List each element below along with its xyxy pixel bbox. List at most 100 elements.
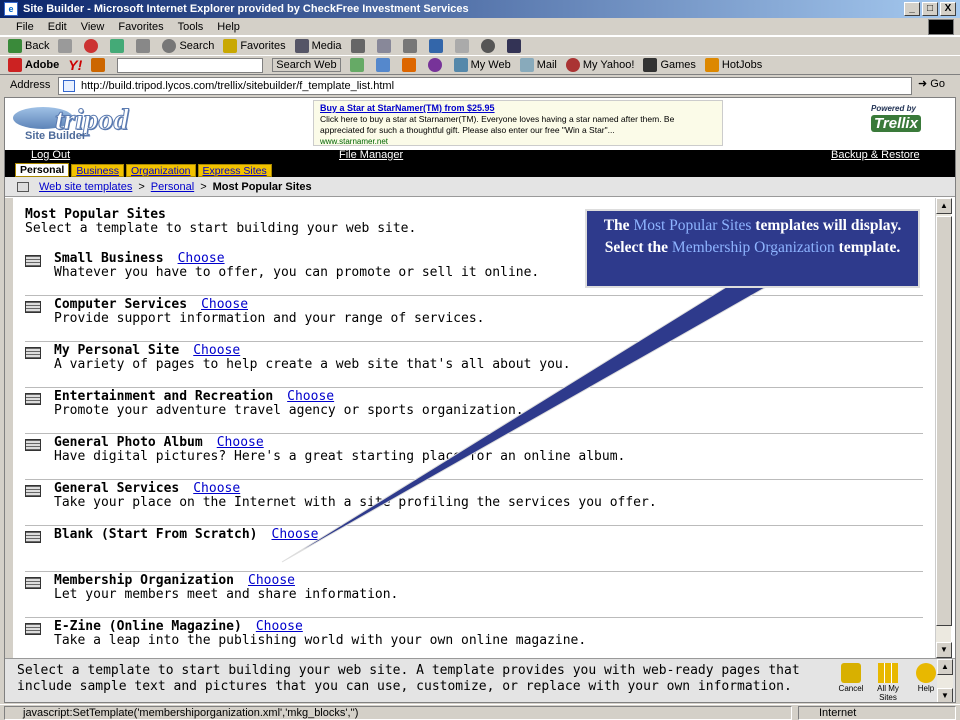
- go-button[interactable]: ➜ Go: [918, 77, 945, 90]
- tool-3-button[interactable]: [401, 58, 419, 72]
- menu-favorites[interactable]: Favorites: [118, 21, 163, 33]
- template-name: My Personal Site Choose: [54, 343, 241, 358]
- tab-express-sites[interactable]: Express Sites: [197, 164, 272, 177]
- trellix-label: Trellix: [871, 115, 921, 132]
- messenger-icon: [480, 39, 495, 53]
- file-manager-link[interactable]: File Manager: [339, 149, 403, 161]
- maximize-button[interactable]: □: [922, 2, 938, 16]
- tool-1-button[interactable]: [349, 58, 367, 72]
- discuss-icon: [454, 39, 469, 53]
- adobe-button[interactable]: Adobe: [8, 58, 59, 72]
- stop-button[interactable]: [84, 39, 101, 53]
- ad-url: www.starnamer.net: [320, 137, 389, 146]
- scroll-up-arrow-icon[interactable]: ▲: [936, 198, 952, 214]
- discuss-button[interactable]: [454, 39, 472, 53]
- footer-text: Select a template to start building your…: [17, 663, 800, 694]
- back-button[interactable]: Back: [8, 39, 49, 53]
- mail-icon: [376, 39, 391, 53]
- backup-restore-link[interactable]: Backup & Restore: [831, 149, 920, 161]
- yahoo-search-input[interactable]: [117, 57, 264, 73]
- tool-2-button[interactable]: [375, 58, 393, 72]
- standard-toolbar: Back Search Favorites Media: [0, 36, 960, 56]
- footer-scroll-down-icon[interactable]: ▼: [937, 688, 953, 702]
- choose-link[interactable]: Choose: [178, 251, 225, 266]
- vertical-scrollbar[interactable]: ▲ ▼: [935, 198, 952, 658]
- ad-title[interactable]: Buy a Star at StarNamer(TM) from $25.95: [320, 103, 716, 114]
- template-icon: [25, 347, 41, 359]
- tab-business[interactable]: Business: [71, 164, 124, 177]
- address-bar[interactable]: http://build.tripod.lycos.com/trellix/si…: [58, 77, 912, 95]
- breadcrumb-separator: >: [200, 180, 207, 193]
- callout-text: The: [603, 217, 630, 234]
- close-button[interactable]: X: [940, 2, 956, 16]
- scroll-down-arrow-icon[interactable]: ▼: [936, 642, 952, 658]
- tab-personal[interactable]: Personal: [15, 163, 70, 177]
- windows-logo-icon: [928, 19, 954, 35]
- window-title: Site Builder - Microsoft Internet Explor…: [23, 3, 469, 15]
- breadcrumb-separator: >: [138, 180, 145, 193]
- choose-link[interactable]: Choose: [256, 619, 303, 634]
- logout-link[interactable]: Log Out: [31, 149, 70, 161]
- choose-link[interactable]: Choose: [193, 343, 240, 358]
- history-button[interactable]: [350, 39, 368, 53]
- choose-link[interactable]: Choose: [272, 527, 319, 542]
- choose-link[interactable]: Choose: [201, 297, 248, 312]
- forward-button[interactable]: [58, 39, 75, 53]
- search-button[interactable]: Search: [162, 39, 214, 53]
- forward-arrow-icon: [58, 39, 73, 53]
- choose-link[interactable]: Choose: [287, 389, 334, 404]
- cancel-button[interactable]: Cancel: [834, 663, 868, 693]
- my-web-button[interactable]: My Web: [453, 58, 511, 72]
- search-web-button[interactable]: Search Web: [272, 58, 341, 72]
- research-button[interactable]: [506, 39, 524, 53]
- mail-link-button[interactable]: Mail: [519, 58, 557, 72]
- menu-view[interactable]: View: [81, 21, 105, 33]
- menu-file[interactable]: File: [16, 21, 34, 33]
- word-icon: [428, 39, 443, 53]
- title-bar: e Site Builder - Microsoft Internet Expl…: [0, 0, 960, 18]
- tool-4-button[interactable]: [427, 58, 445, 72]
- mail-button[interactable]: [376, 39, 394, 53]
- home-button[interactable]: [136, 39, 153, 53]
- footer-scroll-up-icon[interactable]: ▲: [937, 659, 953, 675]
- hotjobs-button[interactable]: HotJobs: [704, 58, 762, 72]
- print-button[interactable]: [402, 39, 420, 53]
- all-my-sites-button[interactable]: All My Sites: [871, 663, 905, 702]
- tool-icon: [375, 58, 390, 72]
- template-name: General Photo Album Choose: [54, 435, 264, 450]
- status-bar: javascript:SetTemplate('membershiporgani…: [0, 704, 960, 720]
- media-button[interactable]: Media: [294, 39, 342, 53]
- yahoo-button[interactable]: Y!: [68, 57, 82, 73]
- menu-edit[interactable]: Edit: [48, 21, 67, 33]
- choose-link[interactable]: Choose: [217, 435, 264, 450]
- history-icon: [350, 39, 365, 53]
- category-tabs: Personal Business Organization Express S…: [5, 162, 955, 177]
- logo-subtitle: Site Builder: [25, 130, 87, 142]
- back-icon[interactable]: [17, 181, 29, 192]
- template-row: Entertainment and Recreation Choose Promot…: [25, 388, 923, 434]
- menu-tools[interactable]: Tools: [178, 21, 204, 33]
- refresh-button[interactable]: [110, 39, 127, 53]
- messenger-button[interactable]: [480, 39, 498, 53]
- address-label: Address: [10, 79, 51, 91]
- games-button[interactable]: Games: [643, 58, 696, 72]
- site-header: tripod Site Builder Buy a Star at StarNa…: [5, 98, 955, 150]
- favorites-button[interactable]: Favorites: [223, 39, 286, 53]
- my-yahoo-button[interactable]: My Yahoo!: [565, 58, 634, 72]
- highlight-button[interactable]: [91, 58, 108, 72]
- scroll-thumb[interactable]: [936, 216, 952, 626]
- tab-organization[interactable]: Organization: [125, 164, 196, 177]
- edit-button[interactable]: [428, 39, 446, 53]
- template-icon: [25, 623, 41, 635]
- menu-help[interactable]: Help: [217, 21, 240, 33]
- minimize-button[interactable]: _: [904, 2, 920, 16]
- yahoo-logo-icon: Y!: [68, 57, 83, 73]
- choose-link[interactable]: Choose: [248, 573, 295, 588]
- links-toolbar: Adobe Y! Search Web My Web Mail My Yahoo…: [0, 55, 960, 75]
- ad-banner[interactable]: Buy a Star at StarNamer(TM) from $25.95 …: [313, 100, 723, 146]
- breadcrumb-personal-link[interactable]: Personal: [151, 181, 194, 193]
- choose-link[interactable]: Choose: [193, 481, 240, 496]
- breadcrumb-templates-link[interactable]: Web site templates: [39, 181, 132, 193]
- template-row: General Services Choose Take your place on…: [25, 480, 923, 526]
- footer-scrollbar[interactable]: ▲ ▼: [937, 659, 953, 702]
